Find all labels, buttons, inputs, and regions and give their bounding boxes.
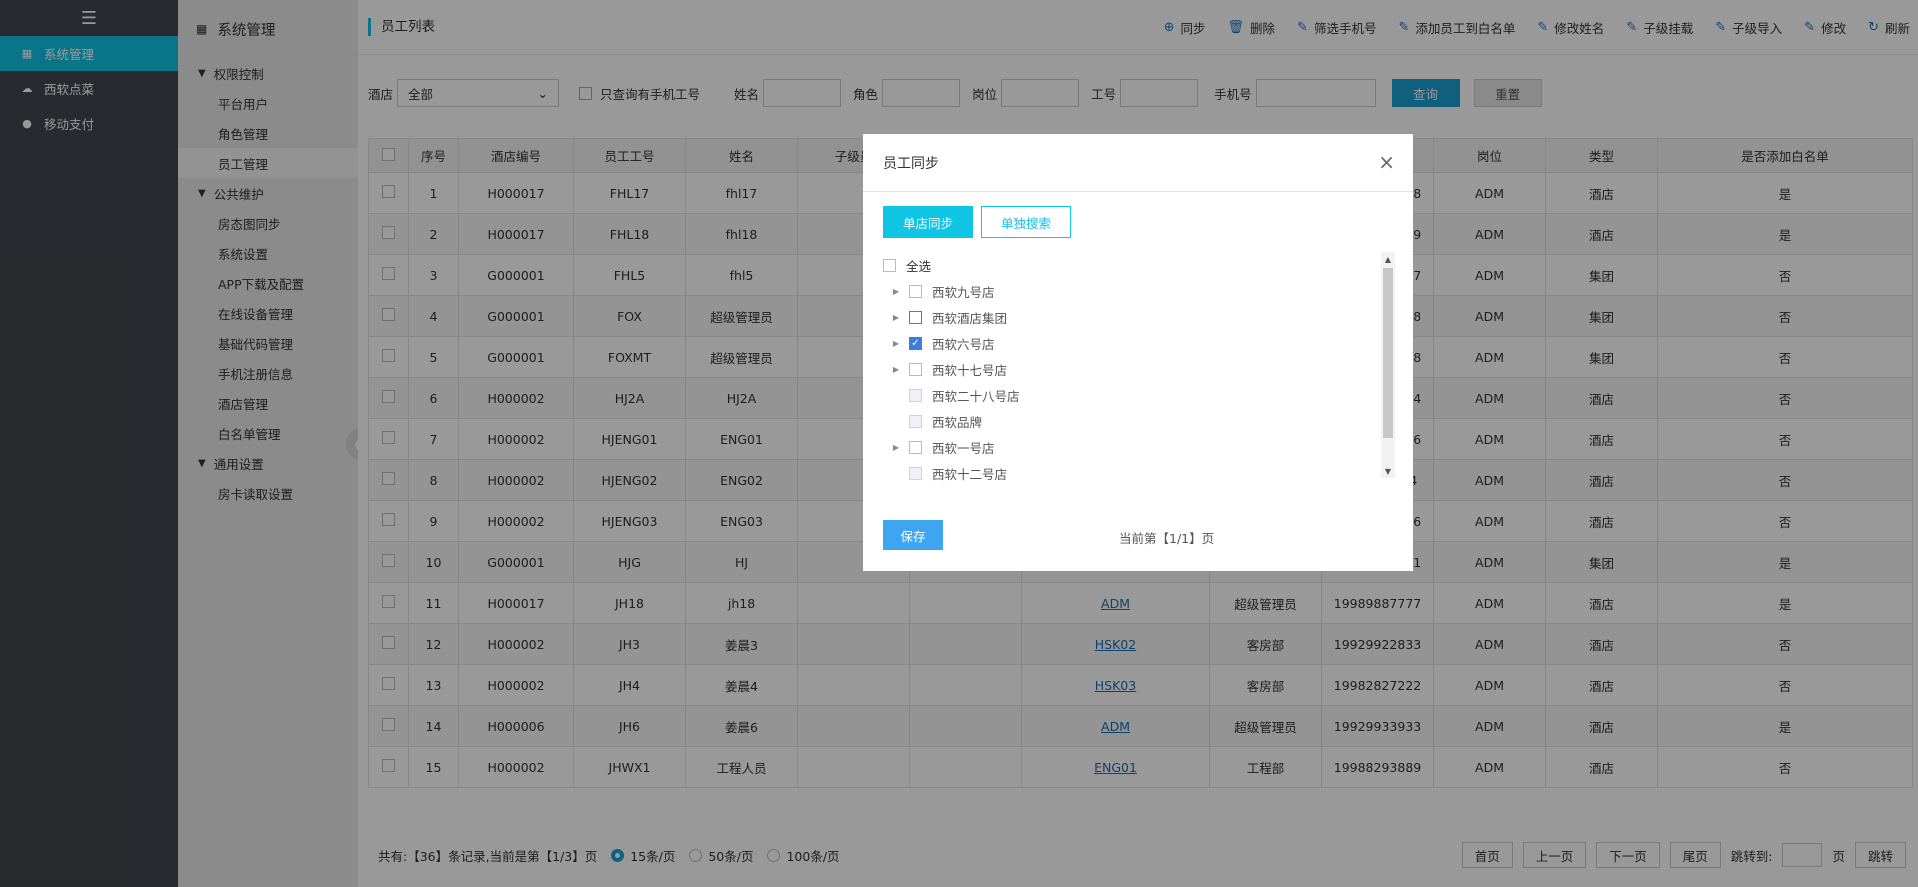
dialog-title: 员工同步 xyxy=(863,134,1413,192)
expand-arrow-icon[interactable]: ▶ xyxy=(889,287,903,296)
tree-node-checkbox[interactable] xyxy=(909,310,922,324)
tree-node[interactable]: ▶ 西软一号店 xyxy=(883,434,1395,460)
save-button[interactable]: 保存 xyxy=(883,520,943,550)
tree-node[interactable]: ▶ ✓ 西软六号店 xyxy=(883,330,1395,356)
tree-node-checkbox xyxy=(909,466,922,480)
tree-node[interactable]: ▶ 西软九号店 xyxy=(883,278,1395,304)
expand-arrow-icon[interactable]: ▶ xyxy=(889,339,903,348)
tree-node-label: 西软九号店 xyxy=(932,284,995,300)
tree-node[interactable]: ▶ 西软酒店集团 xyxy=(883,304,1395,330)
expand-arrow-icon[interactable]: ▶ xyxy=(889,443,903,452)
scroll-down-icon[interactable]: ▼ xyxy=(1381,464,1395,478)
tree-node-label: 西软一号店 xyxy=(932,440,995,456)
tree-node-checkbox[interactable] xyxy=(909,440,922,454)
tree-node-checkbox xyxy=(909,388,922,402)
dialog-tabs: 单店同步 单独搜索 xyxy=(883,206,1071,238)
select-all-label: 全选 xyxy=(906,258,932,274)
scroll-up-icon[interactable]: ▲ xyxy=(1381,252,1395,266)
tree-node[interactable]: 西软二十八号店 xyxy=(883,382,1395,408)
select-all-row[interactable]: 全选 xyxy=(883,252,1395,278)
tree-node-checkbox[interactable]: ✓ xyxy=(909,336,922,350)
tree-node-label: 西软酒店集团 xyxy=(932,310,1008,326)
scroll-thumb[interactable] xyxy=(1383,268,1393,438)
tree-node[interactable]: 西软品牌 xyxy=(883,408,1395,434)
tree-node-checkbox[interactable] xyxy=(909,284,922,298)
select-all-checkbox[interactable] xyxy=(883,258,896,272)
expand-arrow-icon[interactable]: ▶ xyxy=(889,365,903,374)
tab-single-store-sync[interactable]: 单店同步 xyxy=(883,206,973,238)
tree-scrollbar[interactable]: ▲ ▼ xyxy=(1381,252,1395,478)
store-tree: 全选 ▶ 西软九号店 ▶ 西软酒店集团 ▶ ✓ 西软六号店 ▶ 西软十七号店 西软二十八号店 西软品… xyxy=(883,252,1395,482)
close-icon[interactable]: × xyxy=(1378,152,1395,172)
tree-node-label: 西软品牌 xyxy=(932,414,983,430)
tree-node-checkbox[interactable] xyxy=(909,362,922,376)
tree-node-label: 西软十七号店 xyxy=(932,362,1008,378)
dialog-page-info: 当前第【1/1】页 xyxy=(1119,531,1215,546)
tree-node-label: 西软十二号店 xyxy=(932,466,1008,482)
tree-node[interactable]: 西软十二号店 xyxy=(883,460,1395,486)
expand-arrow-icon[interactable]: ▶ xyxy=(889,313,903,322)
tab-single-search[interactable]: 单独搜索 xyxy=(981,206,1071,238)
tree-node-label: 西软六号店 xyxy=(932,336,995,352)
tree-node-label: 西软二十八号店 xyxy=(932,388,1020,404)
tree-node[interactable]: ▶ 西软十七号店 xyxy=(883,356,1395,382)
employee-sync-dialog: 员工同步 × 单店同步 单独搜索 全选 ▶ 西软九号店 ▶ 西软酒店集团 ▶ ✓ 西软六号店… xyxy=(863,134,1413,571)
tree-node-checkbox xyxy=(909,414,922,428)
